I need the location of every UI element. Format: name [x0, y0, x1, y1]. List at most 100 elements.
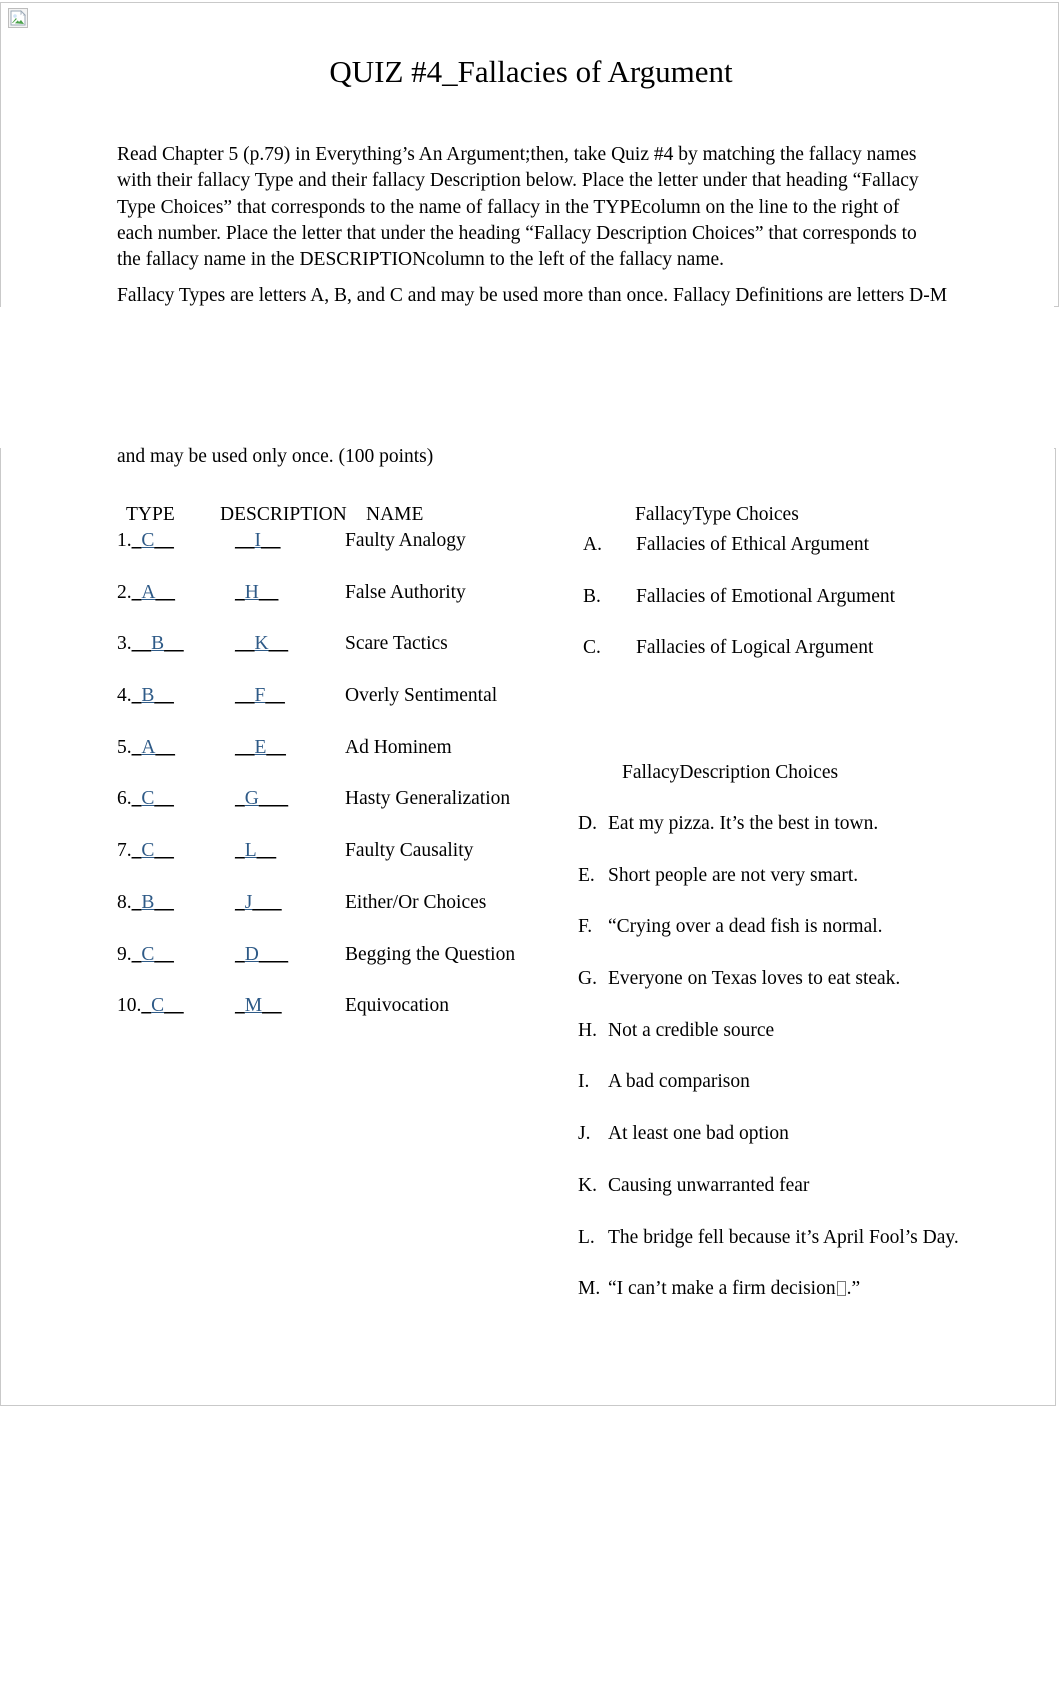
choice-text: Eat my pizza. It’s the best in town.: [608, 813, 879, 834]
list-item: I. A bad comparison: [578, 1071, 1048, 1123]
page-title: QUIZ #4_Fallacies of Argument: [329, 54, 733, 89]
row-number: 5.: [117, 736, 132, 758]
description-answer-cell[interactable]: _L__: [235, 840, 276, 862]
list-item: B. Fallacies of Emotional Argument: [583, 586, 1003, 638]
type-answer-letter: B: [141, 891, 155, 913]
choice-letter: F.: [578, 916, 593, 938]
fallacy-name-cell: Faulty Causality: [345, 840, 474, 862]
choice-letter: L.: [578, 1226, 595, 1248]
list-item: L. The bridge fell because it’s April Foo…: [578, 1227, 1048, 1279]
type-answer-cell[interactable]: 2._A__: [117, 582, 175, 604]
description-answer-cell[interactable]: _J___: [235, 892, 282, 914]
list-item: E. Short people are not very smart.: [578, 865, 1048, 917]
desc-answer-letter: E: [254, 736, 267, 758]
type-answer-cell[interactable]: 8._B__: [117, 892, 174, 914]
choice-text: Everyone on Texas loves to eat steak.: [608, 968, 901, 990]
desc-blank-before: _: [235, 581, 245, 603]
list-item: J. At least one bad option: [578, 1123, 1048, 1175]
type-answer-cell[interactable]: 7._C__: [117, 840, 174, 862]
desc-blank-before: _: [235, 943, 245, 965]
list-item: H. Not a credible source: [578, 1020, 1048, 1072]
type-answer-cell[interactable]: 9._C__: [117, 944, 174, 966]
type-blank-before: _: [131, 891, 142, 913]
description-answer-cell[interactable]: __K__: [235, 633, 288, 655]
type-answer-letter: A: [141, 581, 156, 603]
choice-letter: B.: [583, 585, 601, 607]
choice-text: Short people are not very smart.: [608, 864, 859, 886]
desc-answer-letter: L: [244, 840, 257, 862]
type-blank-before: __: [131, 633, 152, 655]
fallacy-name-cell: Ad Hominem: [345, 736, 452, 758]
type-blank-after: __: [154, 943, 174, 965]
row-number: 6.: [117, 788, 132, 810]
fallacy-name-cell: Either/Or Choices: [345, 891, 487, 913]
type-blank-before: _: [131, 943, 142, 965]
choice-text: The bridge fell because it’s April Fool’…: [608, 1226, 959, 1248]
type-answer-cell[interactable]: 5._A__: [117, 737, 175, 759]
description-answer-cell[interactable]: _H__: [235, 582, 278, 604]
type-answer-cell[interactable]: 10._C__: [117, 995, 184, 1017]
desc-blank-before: __: [235, 530, 255, 551]
choice-letter: D.: [578, 813, 597, 834]
quiz-table-header-row: TYPE DESCRIPTION NAME FallacyType Choice…: [117, 504, 997, 530]
type-answer-letter: C: [141, 530, 155, 551]
type-answer-letter: A: [141, 736, 156, 758]
choice-letter: H.: [578, 1019, 597, 1041]
types-note-paragraph: Fallacy Types are letters A, B, and C an…: [117, 285, 948, 306]
column-header-type: TYPE: [126, 504, 175, 525]
choice-letter: I.: [578, 1071, 590, 1093]
type-blank-after: __: [155, 581, 175, 603]
missing-glyph-box: [836, 1281, 846, 1297]
type-answer-cell[interactable]: 4._B__: [117, 685, 174, 707]
desc-blank-after: __: [265, 685, 285, 707]
type-answer-cell[interactable]: 6._C__: [117, 788, 174, 810]
type-blank-after: __: [154, 788, 174, 810]
type-blank-after: __: [164, 633, 184, 655]
desc-blank-after: __: [258, 581, 279, 603]
choice-text: Not a credible source: [608, 1019, 775, 1041]
description-answer-cell[interactable]: __F__: [235, 685, 285, 707]
choice-letter: K.: [578, 1174, 597, 1196]
desc-blank-after: __: [256, 840, 277, 862]
choice-letter: A.: [583, 534, 602, 555]
desc-blank-after: __: [268, 633, 289, 655]
row-number: 4.: [117, 685, 132, 707]
list-item: K. Causing unwarranted fear: [578, 1175, 1048, 1227]
choice-text: Fallacies of Logical Argument: [636, 637, 874, 659]
list-item: A. Fallacies of Ethical Argument: [583, 534, 1003, 586]
type-blank-before: _: [131, 581, 142, 603]
column-header-type-choices: FallacyType Choices: [635, 504, 799, 525]
fallacy-type-choices-list: A. Fallacies of Ethical Argument B. Fallaci…: [583, 534, 1003, 689]
list-item: F. “Crying over a dead fish is normal.: [578, 916, 1048, 968]
choice-text: “Crying over a dead fish is normal.: [608, 916, 883, 938]
type-blank-after: __: [154, 685, 174, 707]
description-answer-cell[interactable]: _M__: [235, 995, 282, 1017]
description-answer-cell[interactable]: _D___: [235, 944, 288, 966]
desc-blank-before: _: [235, 995, 245, 1017]
type-blank-before: _: [131, 736, 142, 758]
choice-text: Fallacies of Emotional Argument: [636, 585, 896, 607]
type-answer-cell[interactable]: 1._C__: [117, 530, 174, 552]
desc-blank-after: ___: [252, 891, 282, 913]
intro-paragraph: Read Chapter 5 (p.79) in Everything’s An…: [117, 144, 919, 271]
description-answer-cell[interactable]: __E__: [235, 737, 286, 759]
choice-letter: C.: [583, 637, 601, 659]
type-answer-letter: B: [151, 633, 165, 655]
desc-answer-letter: G: [244, 788, 259, 810]
row-number: 3.: [117, 633, 132, 655]
description-answer-cell[interactable]: _G___: [235, 788, 288, 810]
type-blank-after: __: [155, 736, 175, 758]
list-item: G. Everyone on Texas loves to eat steak.: [578, 968, 1048, 1020]
description-answer-cell[interactable]: __I__: [235, 530, 281, 552]
choice-letter: M.: [578, 1278, 601, 1300]
type-answer-cell[interactable]: 3.__B__: [117, 633, 184, 655]
desc-blank-after: __: [262, 995, 282, 1017]
choice-text: A bad comparison: [608, 1071, 750, 1093]
fallacy-name-cell: Hasty Generalization: [345, 788, 511, 810]
row-number: 2.: [117, 581, 132, 603]
description-choices-heading: FallacyDescription Choices: [622, 762, 839, 783]
row-number: 1.: [117, 530, 132, 551]
fallacy-name-cell: Equivocation: [345, 995, 449, 1017]
desc-answer-letter: K: [254, 633, 269, 655]
type-blank-after: __: [164, 995, 184, 1017]
